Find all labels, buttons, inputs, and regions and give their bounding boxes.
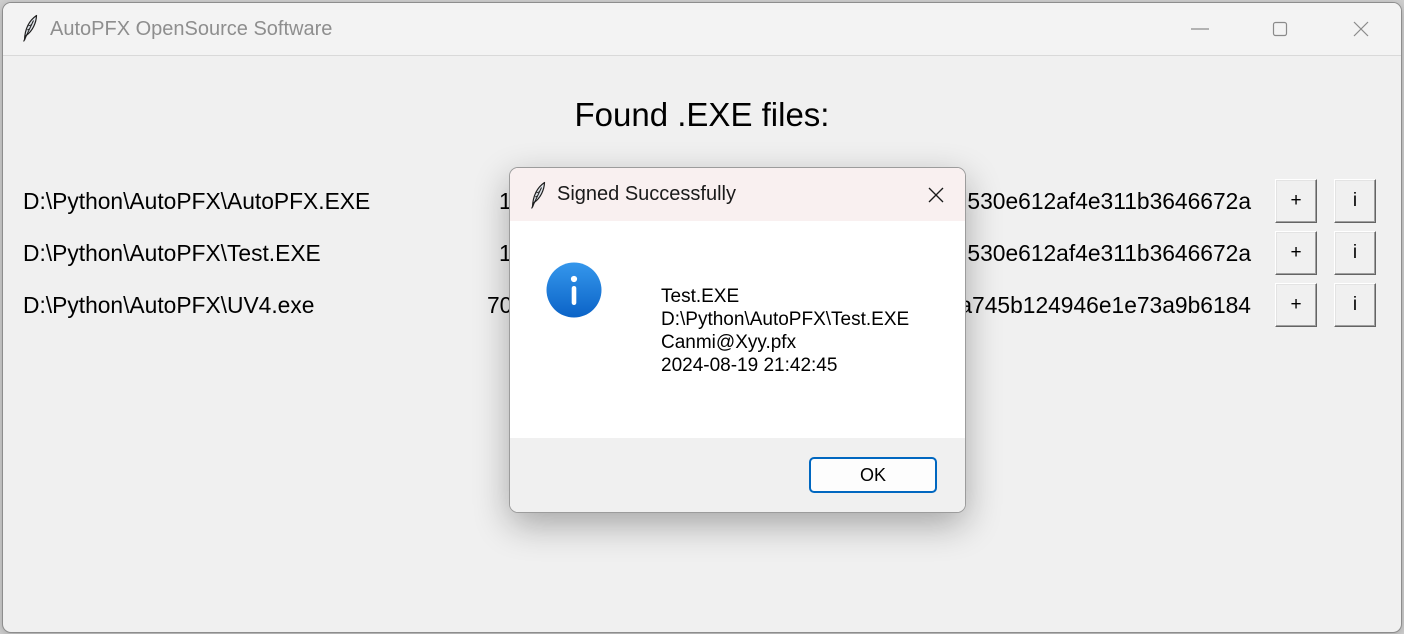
dialog-message: Test.EXE D:\Python\AutoPFX\Test.EXE Canm…	[661, 285, 909, 377]
message-certificate: Canmi@Xyy.pfx	[661, 332, 797, 353]
feather-icon	[22, 14, 38, 42]
message-timestamp: 2024-08-19 21:42:45	[661, 355, 838, 376]
file-path: D:\Python\AutoPFX\Test.EXE	[23, 240, 321, 266]
close-icon	[928, 187, 944, 202]
close-icon	[1353, 21, 1369, 37]
dialog-title: Signed Successfully	[557, 183, 736, 205]
minimize-icon	[1191, 28, 1209, 30]
info-button[interactable]: i	[1334, 179, 1376, 223]
add-button[interactable]: +	[1275, 179, 1317, 223]
add-button[interactable]: +	[1275, 283, 1317, 327]
dialog-body: Test.EXE D:\Python\AutoPFX\Test.EXE Canm…	[510, 221, 965, 438]
file-hash: d530e612af4e311b3646672a	[954, 240, 1251, 266]
file-path: D:\Python\AutoPFX\AutoPFX.EXE	[23, 188, 371, 214]
add-button[interactable]: +	[1275, 231, 1317, 275]
file-hash: d530e612af4e311b3646672a	[954, 188, 1251, 214]
window-title: AutoPFX OpenSource Software	[50, 18, 333, 40]
info-button[interactable]: i	[1334, 231, 1376, 275]
info-icon	[546, 262, 602, 318]
signed-dialog: Signed Successfully Test.EXE D:\Python\A…	[510, 168, 965, 512]
message-filename: Test.EXE	[661, 286, 740, 307]
dialog-footer: OK	[510, 438, 965, 512]
file-hash: 3a745b124946e1e73a9b6184	[946, 292, 1251, 318]
feather-icon	[530, 181, 546, 209]
maximize-button[interactable]	[1240, 3, 1320, 55]
close-button[interactable]	[1321, 3, 1401, 55]
dialog-close-button[interactable]	[907, 168, 965, 221]
info-button[interactable]: i	[1334, 283, 1376, 327]
ok-button[interactable]: OK	[809, 457, 937, 493]
maximize-icon	[1272, 21, 1288, 37]
dialog-title-bar[interactable]: Signed Successfully	[510, 168, 965, 221]
message-filepath: D:\Python\AutoPFX\Test.EXE	[661, 309, 910, 330]
file-detail: 70	[487, 292, 513, 318]
page-title: Found .EXE files:	[574, 96, 830, 133]
minimize-button[interactable]	[1160, 3, 1240, 55]
title-bar[interactable]: AutoPFX OpenSource Software	[3, 3, 1401, 56]
file-path: D:\Python\AutoPFX\UV4.exe	[23, 292, 315, 318]
